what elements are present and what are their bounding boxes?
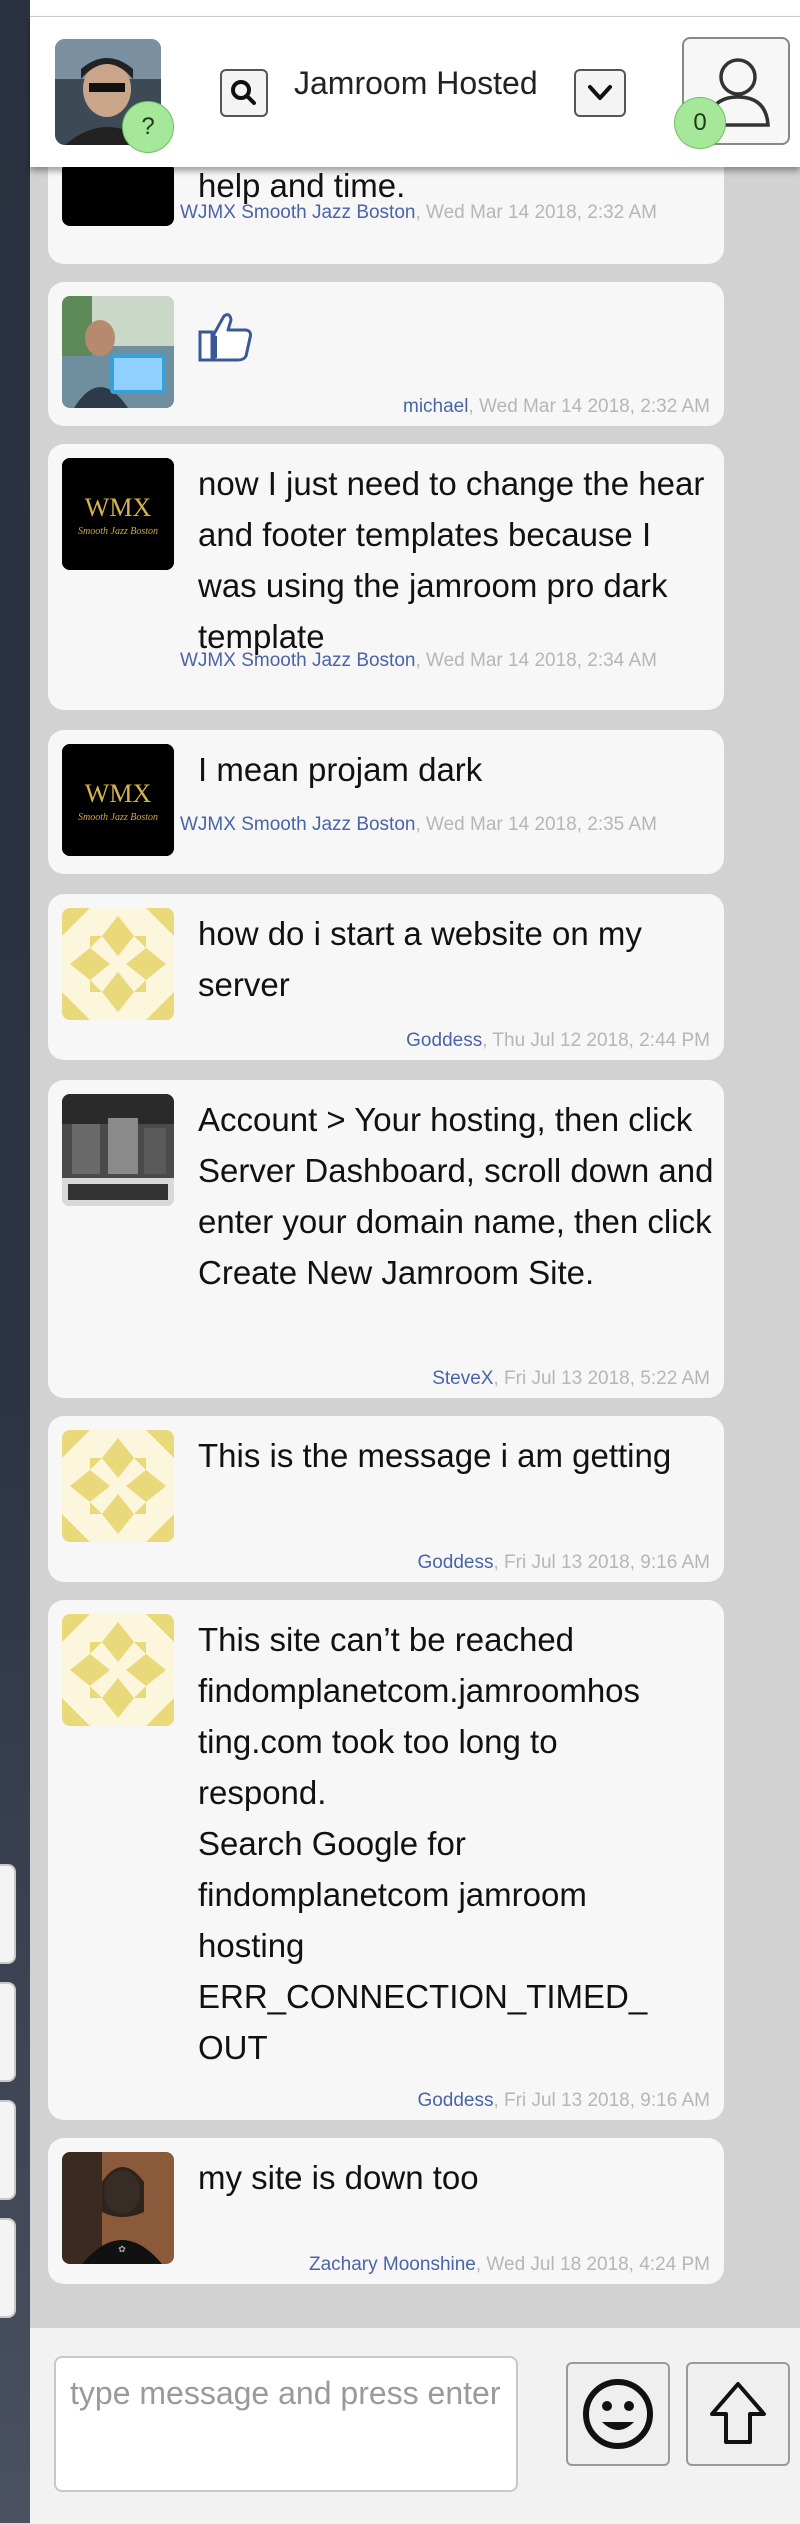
room-title: Jamroom Hosted [294,65,538,101]
message-avatar[interactable]: WMX Smooth Jazz Boston [62,744,174,856]
sidebar-tab[interactable] [0,1864,16,1964]
emoji-button[interactable] [566,2362,670,2466]
chat-message: WMX Smooth Jazz Boston I mean projam dar… [48,730,724,874]
message-avatar[interactable] [62,908,174,1020]
arrow-up-icon [710,2382,766,2444]
chevron-down-icon [588,85,612,100]
message-text: how do i start a website on my server [198,915,642,1003]
message-line: findomplanetcom.jamroomhos [198,1672,641,1709]
message-meta: Goddess, Fri Jul 13 2018, 9:16 AM [180,2086,710,2116]
message-avatar[interactable] [62,162,174,226]
message-line: respond. [198,1774,327,1811]
message-time: , Fri Jul 13 2018, 5:22 AM [493,1368,710,1389]
message-author[interactable]: michael [403,396,468,417]
message-avatar[interactable] [62,1430,174,1542]
message-meta: WJMX Smooth Jazz Boston, Wed Mar 14 2018… [180,198,710,228]
chat-message: Account > Your hosting, then click Serve… [48,1080,724,1398]
message-time: , Fri Jul 13 2018, 9:16 AM [493,2090,710,2111]
message-avatar[interactable]: WMX Smooth Jazz Boston [62,458,174,570]
message-avatar[interactable]: ✿ [62,2152,174,2264]
message-time: , Wed Jul 18 2018, 4:24 PM [475,2254,710,2275]
message-meta: WJMX Smooth Jazz Boston, Wed Mar 14 2018… [180,646,710,676]
search-icon [231,80,256,105]
message-time: , Wed Mar 14 2018, 2:34 AM [415,650,657,671]
message-avatar[interactable] [62,1614,174,1726]
message-text: Account > Your hosting, then click Serve… [198,1101,714,1291]
sidebar-tab[interactable] [0,2100,16,2200]
svg-text:✿: ✿ [118,2245,126,2255]
message-line: hosting [198,1927,305,1964]
message-author[interactable]: Zachary Moonshine [309,2254,476,2275]
smiley-icon [583,2379,653,2449]
message-time: , Wed Mar 14 2018, 2:32 AM [468,396,710,417]
send-button[interactable] [686,2362,790,2466]
message-author[interactable]: Goddess [406,1030,482,1051]
chat-header: ? Jamroom Hosted 0 [30,17,800,167]
user-notification-badge: 0 [674,97,726,149]
chat-message: This site can’t be reached findomplanetc… [48,1600,724,2120]
svg-text:Smooth Jazz Boston: Smooth Jazz Boston [78,526,158,537]
svg-text:Smooth Jazz Boston: Smooth Jazz Boston [78,812,158,823]
message-meta: Zachary Moonshine, Wed Jul 18 2018, 4:24… [180,2250,710,2280]
avatar-badge: ? [122,101,174,153]
chat-message: how do i start a website on my server Go… [48,894,724,1060]
message-input[interactable] [54,2356,518,2492]
message-author[interactable]: SteveX [432,1368,493,1389]
message-text: my site is down too [198,2159,479,2196]
room-select-button[interactable] [574,69,626,117]
sidebar-tab[interactable] [0,1982,16,2082]
svg-text:WMX: WMX [85,493,152,522]
message-author[interactable]: Goddess [417,2090,493,2111]
message-text: This site can’t be reached findomplanetc… [198,1614,718,2073]
identicon [62,908,174,1020]
chat-message: WMX Smooth Jazz Boston now I just need t… [48,444,724,710]
chat-message: ✿ my site is down too Zachary Moonshine,… [48,2138,724,2284]
message-text: This is the message i am getting [198,1437,672,1474]
message-avatar[interactable] [62,1094,174,1206]
message-line: Search Google for [198,1825,466,1862]
room-search-button[interactable] [220,69,268,117]
message-line: findomplanetcom jamroom [198,1876,587,1913]
wjmx-logo: WMX Smooth Jazz Boston [62,458,174,570]
message-meta: WJMX Smooth Jazz Boston, Wed Mar 14 2018… [180,810,710,840]
message-meta: Goddess, Thu Jul 12 2018, 2:44 PM [180,1026,710,1056]
message-author[interactable]: WJMX Smooth Jazz Boston [180,202,415,223]
chat-message: michael, Wed Mar 14 2018, 2:32 AM [48,282,724,426]
chat-message: This is the message i am getting Goddess… [48,1416,724,1582]
sidebar-tab[interactable] [0,2218,16,2318]
thumbs-up-icon [198,313,252,362]
svg-text:WMX: WMX [85,779,152,808]
message-meta: michael, Wed Mar 14 2018, 2:32 AM [180,392,710,422]
message-avatar[interactable] [62,296,174,408]
wjmx-logo: WMX Smooth Jazz Boston [62,744,174,856]
message-meta: SteveX, Fri Jul 13 2018, 5:22 AM [180,1364,710,1394]
message-time: , Wed Mar 14 2018, 2:32 AM [415,202,657,223]
message-composer [30,2327,800,2524]
message-author[interactable]: WJMX Smooth Jazz Boston [180,650,415,671]
identicon [62,1614,174,1726]
message-text: now I just need to change the hear and f… [198,465,705,655]
message-line: This site can’t be reached [198,1621,575,1658]
message-time: , Thu Jul 12 2018, 2:44 PM [482,1030,710,1051]
message-text: I mean projam dark [198,751,483,788]
message-time: , Fri Jul 13 2018, 9:16 AM [493,1552,710,1573]
message-meta: Goddess, Fri Jul 13 2018, 9:16 AM [180,1548,710,1578]
message-line: OUT [198,2029,268,2066]
message-line: ERR_CONNECTION_TIMED_ [198,1978,648,2015]
message-line: ting.com took too long to [198,1723,558,1760]
message-time: , Wed Mar 14 2018, 2:35 AM [415,814,657,835]
message-author[interactable]: Goddess [417,1552,493,1573]
message-author[interactable]: WJMX Smooth Jazz Boston [180,814,415,835]
identicon [62,1430,174,1542]
window-top-edge [30,0,800,17]
